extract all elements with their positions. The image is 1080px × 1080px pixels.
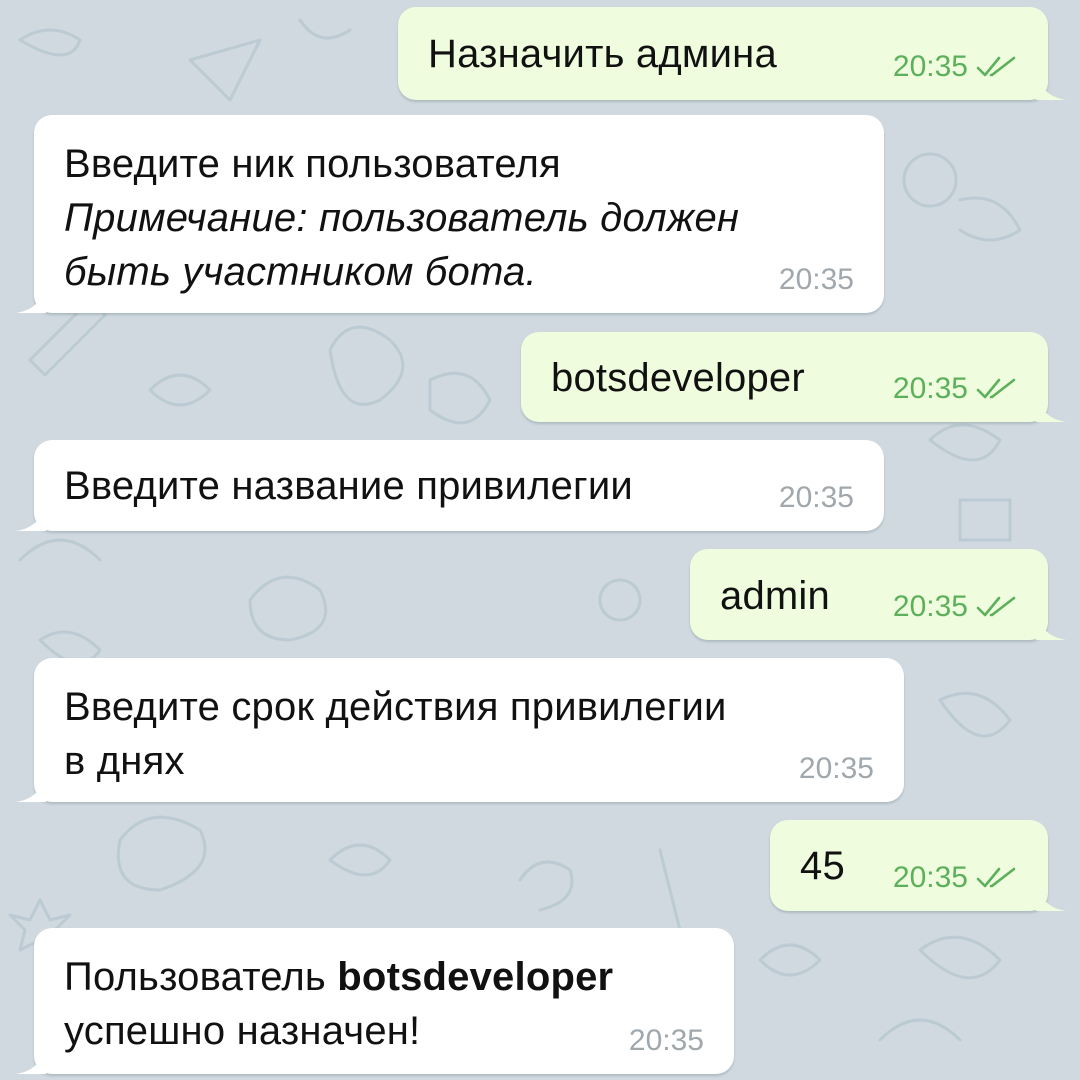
outgoing-message-bubble[interactable]: botsdeveloper 20:35 [521, 332, 1066, 422]
bubble-tail [1036, 881, 1066, 911]
bubble-tail [16, 501, 46, 531]
incoming-message-bubble[interactable]: Введите название привилегии 20:35 [16, 440, 884, 531]
message-meta: 20:35 [893, 52, 1018, 82]
message-text: Введите срок действия привилегии в днях [64, 680, 727, 788]
double-check-icon [976, 596, 1016, 617]
message-time: 20:35 [778, 481, 854, 514]
message-meta: 20:35 [893, 863, 1018, 893]
incoming-message-bubble[interactable]: Введите ник пользователя Примечание: пол… [16, 115, 884, 313]
message-time: 20:35 [798, 752, 874, 785]
bubble-tail [1036, 610, 1066, 640]
message-note-line: Примечание: пользователь должен [64, 196, 740, 240]
message-text-prefix: Пользователь [64, 955, 338, 999]
double-check-icon [976, 56, 1016, 77]
message-meta: 20:35 [779, 265, 854, 295]
message-time: 20:35 [892, 372, 968, 405]
bubble-tail [16, 283, 46, 313]
message-text: Введите название привилегии [64, 464, 633, 508]
bubble-tail [1036, 392, 1066, 422]
message-line: Введите срок действия привилегии [64, 685, 727, 729]
message-line: успешно назначен! [64, 1009, 421, 1053]
message-line: Пользователь botsdeveloper [64, 950, 613, 1004]
message-meta: 20:35 [779, 483, 854, 513]
message-note-line: быть участником бота. [64, 250, 537, 294]
message-meta: 20:35 [893, 374, 1018, 404]
double-check-icon [976, 867, 1016, 888]
message-time: 20:35 [628, 1024, 704, 1057]
incoming-message-bubble[interactable]: Введите срок действия привилегии в днях … [16, 658, 904, 802]
message-line: в днях [64, 739, 185, 783]
outgoing-message-bubble[interactable]: admin 20:35 [690, 549, 1066, 640]
bubble-tail [16, 1044, 46, 1074]
message-time: 20:35 [892, 590, 968, 623]
outgoing-message-bubble[interactable]: Назначить админа 20:35 [398, 7, 1066, 100]
message-line: Введите ник пользователя [64, 142, 561, 186]
message-text: Пользователь botsdeveloper успешно назна… [64, 950, 613, 1058]
message-meta: 20:35 [893, 592, 1018, 622]
message-time: 20:35 [892, 861, 968, 894]
message-meta: 20:35 [629, 1026, 704, 1056]
message-text: admin [720, 574, 830, 618]
message-text: botsdeveloper [551, 356, 805, 400]
double-check-icon [976, 378, 1016, 399]
message-text: Введите ник пользователя Примечание: пол… [64, 137, 739, 299]
bubble-tail [16, 772, 46, 802]
message-meta: 20:35 [799, 754, 874, 784]
incoming-message-bubble[interactable]: Пользователь botsdeveloper успешно назна… [16, 928, 734, 1074]
outgoing-message-bubble[interactable]: 45 20:35 [770, 820, 1066, 911]
message-text: Назначить админа [428, 32, 777, 76]
message-text: 45 [800, 844, 845, 888]
bubble-tail [1036, 70, 1066, 100]
message-time: 20:35 [778, 263, 854, 296]
message-time: 20:35 [892, 50, 968, 83]
username-bold: botsdeveloper [337, 955, 614, 999]
